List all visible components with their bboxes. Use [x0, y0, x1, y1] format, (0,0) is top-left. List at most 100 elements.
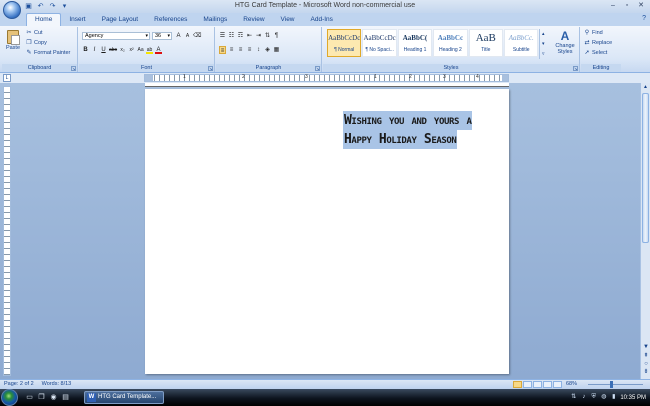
document-page[interactable]: Wishing you and yours a Happy Holiday Se… — [145, 89, 509, 374]
copy-button[interactable]: ❐ Copy — [26, 40, 47, 46]
clock[interactable]: 10:35 PM — [620, 395, 646, 401]
page-count[interactable]: Page: 2 of 2 — [4, 380, 34, 389]
italic-button[interactable]: I — [91, 46, 98, 54]
brush-icon: ✎ — [26, 50, 32, 56]
vertical-scrollbar[interactable]: ▲ ▼ ⇞ ○ ⇟ — [640, 83, 650, 379]
increase-indent-icon[interactable]: ⇥ — [255, 32, 262, 40]
start-button[interactable] — [1, 389, 18, 406]
bold-button[interactable]: B — [82, 46, 89, 54]
full-screen-reading-icon[interactable] — [523, 381, 532, 388]
tab-references[interactable]: References — [146, 13, 195, 26]
tab-view[interactable]: View — [273, 13, 303, 26]
outline-icon[interactable] — [543, 381, 552, 388]
decrease-indent-icon[interactable]: ⇤ — [246, 32, 253, 40]
tab-mailings[interactable]: Mailings — [195, 13, 235, 26]
cut-button[interactable]: ✂ Cut — [26, 30, 42, 36]
horizontal-ruler[interactable]: 1 2 3 1 2 3 4 — [144, 74, 509, 82]
borders-icon[interactable]: ▦ — [273, 46, 280, 54]
numbering-icon[interactable]: ☷ — [228, 32, 235, 40]
clipboard-launcher-icon[interactable]: ↘ — [71, 66, 76, 71]
select-button[interactable]: ➚ Select — [584, 50, 607, 56]
replace-button[interactable]: ⇄ Replace — [584, 40, 612, 46]
style-no-spacing[interactable]: AaBbCcDc ¶ No Spaci... — [362, 29, 397, 57]
office-button[interactable] — [3, 1, 21, 19]
browse-object-icon[interactable]: ○ — [641, 360, 650, 368]
change-styles-button[interactable]: A Change Styles — [552, 29, 578, 55]
draft-icon[interactable] — [553, 381, 562, 388]
tab-selector-icon[interactable]: L — [3, 74, 11, 82]
language-icon[interactable]: ◍ — [600, 394, 607, 401]
style-title[interactable]: AaB Title — [468, 29, 504, 57]
zoom-slider[interactable] — [588, 381, 643, 388]
chevron-down-icon[interactable]: ▾ — [540, 39, 546, 49]
align-left-icon[interactable]: ≡ — [219, 46, 226, 54]
format-painter-button[interactable]: ✎ Format Painter — [26, 50, 70, 56]
styles-launcher-icon[interactable]: ↘ — [573, 66, 578, 71]
taskbar-word-item[interactable]: W HTG Card Template... — [84, 391, 164, 404]
font-name-box[interactable]: Agency ▾ — [82, 32, 150, 40]
line-spacing-icon[interactable]: ↕ — [255, 46, 262, 54]
network-icon[interactable]: ⇅ — [570, 394, 577, 401]
next-page-icon[interactable]: ⇟ — [641, 368, 650, 376]
tab-insert[interactable]: Insert — [61, 13, 93, 26]
switch-windows-icon[interactable]: ❐ — [37, 393, 46, 402]
text-line[interactable]: Happy Holiday Season — [343, 130, 458, 149]
style-normal[interactable]: AaBbCcDc ¶ Normal — [327, 29, 362, 57]
volume-icon[interactable]: ♪ — [580, 394, 587, 401]
tab-home[interactable]: Home — [26, 13, 62, 26]
align-right-icon[interactable]: ≡ — [237, 46, 244, 54]
more-icon[interactable]: ▿ — [540, 49, 546, 59]
paragraph-launcher-icon[interactable]: ↘ — [315, 66, 320, 71]
grow-font-button[interactable]: A — [175, 32, 182, 40]
battery-icon[interactable]: ▮ — [610, 394, 617, 401]
font-color-button[interactable]: A — [155, 46, 163, 54]
paste-button[interactable]: Paste — [5, 30, 21, 60]
shrink-font-button[interactable]: A — [184, 32, 191, 40]
web-layout-icon[interactable] — [533, 381, 542, 388]
word-count[interactable]: Words: 8/13 — [42, 380, 72, 389]
shading-icon[interactable]: ◈ — [264, 46, 271, 54]
text-line[interactable]: Wishing you and yours a — [343, 111, 473, 130]
highlight-button[interactable]: ab — [146, 46, 154, 54]
find-button[interactable]: ⚲ Find — [584, 30, 603, 36]
bullets-icon[interactable]: ☰ — [219, 32, 226, 40]
close-button[interactable]: ✕ — [635, 1, 647, 11]
superscript-button[interactable]: x² — [128, 46, 135, 54]
multilevel-list-icon[interactable]: ☶ — [237, 32, 244, 40]
show-desktop-icon[interactable]: ▭ — [25, 393, 34, 402]
strikethrough-button[interactable]: abc — [109, 46, 117, 54]
style-heading-1[interactable]: AaBbC( Heading 1 — [397, 29, 433, 57]
chevron-up-icon[interactable]: ▴ — [540, 29, 546, 39]
browser-icon[interactable]: ◉ — [49, 393, 58, 402]
tab-review[interactable]: Review — [235, 13, 272, 26]
style-subtitle[interactable]: AaBbCc. Subtitle — [504, 29, 539, 57]
align-center-icon[interactable]: ≡ — [228, 46, 235, 54]
tab-page-layout[interactable]: Page Layout — [94, 13, 147, 26]
tab-add-ins[interactable]: Add-Ins — [303, 13, 341, 26]
document-text[interactable]: Wishing you and yours a Happy Holiday Se… — [343, 111, 473, 149]
vertical-ruler[interactable] — [3, 86, 11, 376]
styles-scroller[interactable]: ▴ ▾ ▿ — [539, 29, 546, 59]
maximize-button[interactable]: ▫ — [621, 1, 633, 11]
change-case-button[interactable]: Aa — [137, 46, 144, 54]
security-icon[interactable]: ⛨ — [590, 394, 597, 401]
font-launcher-icon[interactable]: ↘ — [208, 66, 213, 71]
help-icon[interactable]: ? — [642, 15, 646, 22]
sort-icon[interactable]: ⇅ — [264, 32, 271, 40]
clear-formatting-button[interactable]: ⌫ — [193, 32, 201, 40]
underline-button[interactable]: U — [100, 46, 107, 54]
scroll-thumb[interactable] — [642, 93, 649, 243]
style-heading-2[interactable]: AaBbCc Heading 2 — [433, 29, 468, 57]
justify-icon[interactable]: ≡ — [246, 46, 253, 54]
zoom-level[interactable]: 68% — [566, 380, 577, 389]
show-marks-icon[interactable]: ¶ — [273, 32, 280, 40]
scroll-up-icon[interactable]: ▲ — [641, 83, 650, 92]
subscript-button[interactable]: x₂ — [119, 46, 126, 54]
window-title: HTG Card Template - Microsoft Word non-c… — [234, 2, 416, 9]
scroll-down-icon[interactable]: ▼ — [641, 343, 650, 351]
minimize-button[interactable]: – — [607, 1, 619, 11]
folder-icon[interactable]: ▤ — [61, 393, 70, 402]
previous-page-icon[interactable]: ⇞ — [641, 352, 650, 360]
print-layout-icon[interactable] — [513, 381, 522, 388]
font-size-box[interactable]: 36 ▾ — [152, 32, 172, 40]
